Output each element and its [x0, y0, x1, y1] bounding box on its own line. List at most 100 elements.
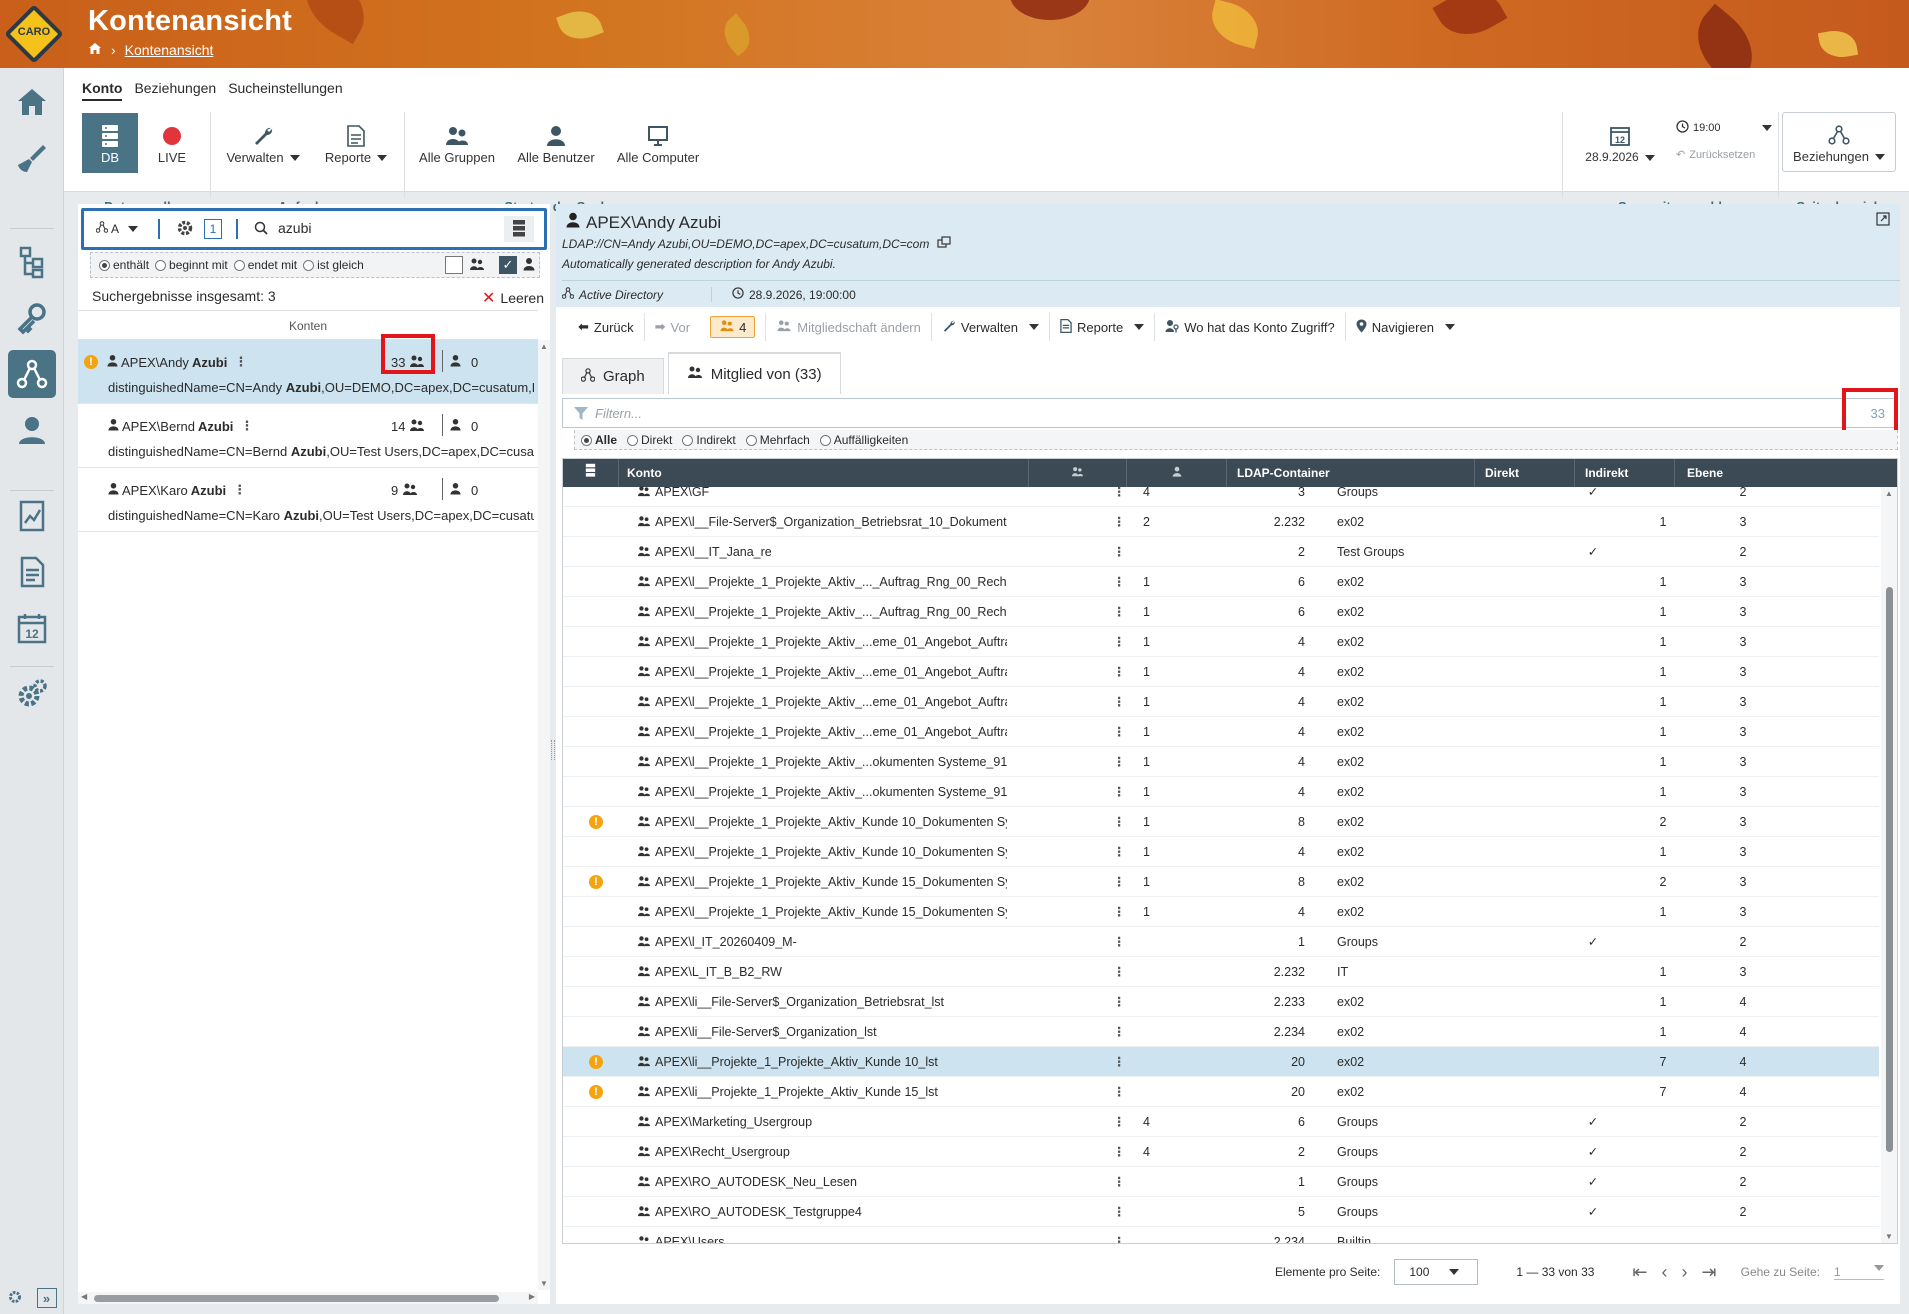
nav-users[interactable] [8, 406, 56, 454]
reports-button[interactable]: Reporte [316, 113, 396, 173]
row-menu-icon[interactable]: ⋮ [1113, 657, 1123, 687]
last-page-button[interactable]: ⇥ [1702, 1262, 1717, 1283]
copy-icon[interactable] [937, 236, 951, 251]
scan-reset-button[interactable]: ↶ Zurücksetzen [1676, 148, 1755, 162]
row-menu-icon[interactable]: ⋮ [1113, 777, 1123, 807]
scan-time-select[interactable]: 19:00 [1676, 120, 1772, 136]
table-row[interactable]: APEX\RO_AUTODESK_Neu_Lesen ⋮ 1 Groups ✓ 2 [563, 1167, 1879, 1197]
panel-resize-handle[interactable] [551, 740, 555, 760]
filter-option-all[interactable]: Alle [581, 433, 617, 447]
next-page-button[interactable]: › [1682, 1262, 1688, 1283]
breadcrumb-link[interactable]: Kontenansicht [125, 42, 214, 58]
tab-sucheinstellungen[interactable]: Sucheinstellungen [228, 80, 342, 101]
table-row[interactable]: ! APEX\l__Projekte_1_Projekte_Aktiv_Kunde… [563, 807, 1879, 837]
row-menu-icon[interactable]: ⋮ [1113, 477, 1123, 507]
datasource-live-button[interactable]: LIVE [144, 113, 200, 173]
table-scrollbar[interactable]: ▲ ▼ [1881, 487, 1897, 1243]
search-type-dropdown[interactable]: A [95, 221, 139, 236]
access-button[interactable]: Wo hat das Konto Zugriff? [1155, 313, 1346, 341]
per-page-select[interactable]: 100 [1394, 1259, 1479, 1285]
row-menu-icon[interactable]: ⋮ [1113, 867, 1123, 897]
result-menu-icon[interactable]: ⋮ [234, 354, 247, 370]
results-horizontal-scrollbar[interactable]: ◀ ▶ [78, 1292, 538, 1304]
result-row[interactable]: APEX\Bernd Azubi ⋮ 14 0 distinguishedName=CN… [78, 404, 538, 468]
table-row[interactable]: APEX\l__IT_Jana_re ⋮ 2 Test Groups ✓ 2 [563, 537, 1879, 567]
row-menu-icon[interactable]: ⋮ [1113, 1107, 1123, 1137]
result-user-count[interactable]: 0 [450, 354, 478, 370]
filter-users-checkbox[interactable]: ✓ [499, 256, 517, 274]
goto-page-select[interactable]: 1 [1834, 1264, 1884, 1280]
home-icon[interactable] [88, 42, 102, 58]
filter-input[interactable]: Filtern... [595, 406, 642, 421]
row-menu-icon[interactable]: ⋮ [1113, 1077, 1123, 1107]
result-row[interactable]: APEX\Karo Azubi ⋮ 9 0 distinguishedName=CN=K… [78, 468, 538, 532]
result-user-count[interactable]: 0 [450, 482, 478, 498]
tab-graph[interactable]: Graph [562, 358, 664, 394]
filter-option-direct[interactable]: Direkt [627, 433, 672, 447]
row-menu-icon[interactable]: ⋮ [1113, 1167, 1123, 1197]
search-datasource-button[interactable] [504, 216, 534, 242]
nav-settings[interactable] [8, 670, 56, 718]
prev-page-button[interactable]: ‹ [1662, 1262, 1668, 1283]
detail-reports-button[interactable]: Reporte [1050, 313, 1156, 341]
search-input[interactable]: azubi [278, 220, 311, 236]
detail-manage-button[interactable]: Verwalten [932, 313, 1050, 341]
row-menu-icon[interactable]: ⋮ [1113, 597, 1123, 627]
table-row[interactable]: APEX\L_IT_B_B2_RW ⋮ 2.232 IT 1 3 [563, 957, 1879, 987]
datasource-db-button[interactable]: DB [82, 113, 138, 173]
row-menu-icon[interactable]: ⋮ [1113, 1227, 1123, 1243]
clear-button[interactable]: ✕ Leeren [482, 288, 544, 308]
filter-groups-checkbox[interactable] [445, 256, 463, 274]
table-row[interactable]: APEX\l__Projekte_1_Projekte_Aktiv_...eme… [563, 687, 1879, 717]
table-row[interactable]: APEX\li__File-Server$_Organization_lst ⋮ 2… [563, 1017, 1879, 1047]
result-row[interactable]: ! APEX\Andy Azubi ⋮ 33 0 distinguishedName=CN… [78, 340, 538, 404]
manage-button[interactable]: Verwalten [218, 113, 308, 173]
nav-documents[interactable] [8, 548, 56, 596]
table-row[interactable]: APEX\l__Projekte_1_Projekte_Aktiv_Kunde … [563, 897, 1879, 927]
row-menu-icon[interactable]: ⋮ [1113, 897, 1123, 927]
nav-tree[interactable] [8, 238, 56, 286]
nav-reports-chart[interactable] [8, 492, 56, 540]
table-row[interactable]: APEX\l__Projekte_1_Projekte_Aktiv_...eme… [563, 717, 1879, 747]
row-menu-icon[interactable]: ⋮ [1113, 1047, 1123, 1077]
row-menu-icon[interactable]: ⋮ [1113, 627, 1123, 657]
search-settings-button[interactable] [176, 219, 194, 240]
table-row[interactable]: APEX\l__Projekte_1_Projekte_Aktiv_..._Au… [563, 597, 1879, 627]
row-menu-icon[interactable]: ⋮ [1113, 687, 1123, 717]
filter-option-indirect[interactable]: Indirekt [682, 433, 736, 447]
filter-option-anomalies[interactable]: Auffälligkeiten [819, 433, 908, 447]
table-row[interactable]: APEX\l__File-Server$_Organization_Betrie… [563, 507, 1879, 537]
table-row[interactable]: APEX\l__Projekte_1_Projekte_Aktiv_...oku… [563, 747, 1879, 777]
result-menu-icon[interactable]: ⋮ [233, 482, 246, 498]
back-button[interactable]: ⬅ Zurück [568, 313, 645, 341]
option-ends-with[interactable]: endet mit [233, 258, 297, 272]
table-row[interactable]: APEX\l_IT_20260409_M- ⋮ 1 Groups ✓ 2 [563, 927, 1879, 957]
row-menu-icon[interactable]: ⋮ [1113, 1197, 1123, 1227]
table-row[interactable]: APEX\Users ⋮ 2.234 Builtin [563, 1227, 1879, 1243]
results-vertical-scrollbar[interactable]: ▲ ▼ [538, 340, 550, 1290]
table-row[interactable]: APEX\l__Projekte_1_Projekte_Aktiv_...eme… [563, 657, 1879, 687]
result-group-count[interactable]: 14 [391, 418, 425, 435]
row-menu-icon[interactable]: ⋮ [1113, 987, 1123, 1017]
table-row[interactable]: APEX\l__Projekte_1_Projekte_Aktiv_..._Au… [563, 567, 1879, 597]
table-row[interactable]: APEX\GF ⋮ 4 3 Groups ✓ 2 [563, 477, 1879, 507]
row-menu-icon[interactable]: ⋮ [1113, 567, 1123, 597]
option-starts-with[interactable]: beginnt mit [155, 258, 228, 272]
result-group-count[interactable]: 9 [391, 482, 418, 499]
all-computers-button[interactable]: Alle Computer [610, 113, 706, 173]
row-menu-icon[interactable]: ⋮ [1113, 837, 1123, 867]
row-menu-icon[interactable]: ⋮ [1113, 807, 1123, 837]
first-page-button[interactable]: ⇤ [1632, 1262, 1647, 1283]
tab-member-of[interactable]: Mitglied von (33) [667, 352, 841, 394]
expand-sidebar-button[interactable]: » [36, 1288, 57, 1308]
table-row[interactable]: ! APEX\li__Projekte_1_Projekte_Aktiv_Kund… [563, 1047, 1879, 1077]
table-row[interactable]: ! APEX\l__Projekte_1_Projekte_Aktiv_Kunde… [563, 867, 1879, 897]
tab-beziehungen[interactable]: Beziehungen [134, 80, 216, 101]
table-row[interactable]: APEX\RO_AUTODESK_Testgruppe4 ⋮ 5 Groups ✓ 2 [563, 1197, 1879, 1227]
row-menu-icon[interactable]: ⋮ [1113, 747, 1123, 777]
row-menu-icon[interactable]: ⋮ [1113, 537, 1123, 567]
result-user-count[interactable]: 0 [450, 418, 478, 434]
nav-cleanup[interactable] [8, 134, 56, 182]
table-row[interactable]: APEX\l__Projekte_1_Projekte_Aktiv_Kunde … [563, 837, 1879, 867]
table-row[interactable]: APEX\Recht_Usergroup ⋮ 4 2 Groups ✓ 2 [563, 1137, 1879, 1167]
